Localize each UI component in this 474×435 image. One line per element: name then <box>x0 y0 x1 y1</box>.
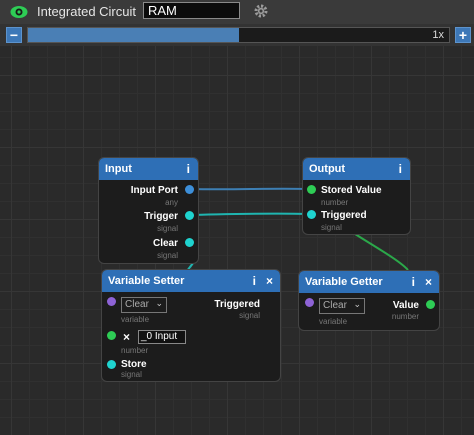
zoom-slider[interactable]: 1x <box>27 27 450 43</box>
variable-select-value: Clear <box>323 300 347 311</box>
node-title: Variable Setter <box>108 275 185 287</box>
port-type: any <box>165 198 178 207</box>
port-label-triggered: Triggered <box>321 210 367 221</box>
close-icon[interactable]: × <box>425 276 432 288</box>
info-icon[interactable]: i <box>412 276 415 288</box>
variable-getter-node[interactable]: Variable Getter i × Clear ⌄ variable Val… <box>298 270 440 331</box>
port-type: number <box>121 346 149 355</box>
title-bar: Integrated Circuit <box>0 0 474 25</box>
variable-setter-header[interactable]: Variable Setter i × <box>102 270 280 292</box>
port-type: signal <box>157 251 178 260</box>
port-label-trigger: Trigger <box>144 211 178 222</box>
clear-x-icon[interactable]: × <box>123 330 130 344</box>
zoom-out-button[interactable]: − <box>6 27 22 43</box>
stored-value-input-socket[interactable] <box>307 185 316 194</box>
value-output-socket[interactable] <box>426 300 435 309</box>
trigger-output-socket[interactable] <box>185 211 194 220</box>
variable-select[interactable]: Clear ⌄ <box>121 297 167 313</box>
variable-getter-header[interactable]: Variable Getter i × <box>299 271 439 293</box>
port-type: number <box>391 312 419 321</box>
port-type: signal <box>121 370 142 379</box>
info-icon[interactable]: i <box>399 163 402 175</box>
port-type: variable <box>319 317 348 326</box>
variable-setter-node[interactable]: Variable Setter i × Clear ⌄ variable Tri… <box>101 269 281 382</box>
port-label-clear: Clear <box>152 238 178 249</box>
node-title: Output <box>309 163 346 175</box>
number-input-field[interactable]: _0 Input <box>138 330 186 344</box>
variable-socket[interactable] <box>305 298 314 307</box>
zoom-level-label: 1x <box>432 29 444 41</box>
circuit-name-input[interactable] <box>143 2 240 19</box>
zoom-in-button[interactable]: + <box>455 27 471 43</box>
variable-socket[interactable] <box>107 297 116 306</box>
info-icon[interactable]: i <box>187 163 190 175</box>
triggered-input-socket[interactable] <box>307 210 316 219</box>
store-input-socket[interactable] <box>107 360 116 369</box>
zoom-slider-fill <box>28 28 239 42</box>
port-label-stored-value: Stored Value <box>321 185 382 196</box>
window-title: Integrated Circuit <box>37 4 136 19</box>
gear-icon[interactable] <box>254 4 268 18</box>
clear-output-socket[interactable] <box>185 238 194 247</box>
chevron-down-icon: ⌄ <box>155 298 163 308</box>
port-label-store: Store <box>121 359 147 370</box>
node-title: Input <box>105 163 132 175</box>
input-node[interactable]: Input i Input Port any Trigger signal Cl… <box>98 157 199 264</box>
port-type: number <box>321 198 349 207</box>
eye-icon[interactable] <box>10 4 28 20</box>
variable-select-value: Clear <box>125 299 149 310</box>
port-type: signal <box>157 224 178 233</box>
output-node-header[interactable]: Output i <box>303 158 410 180</box>
variable-select[interactable]: Clear ⌄ <box>319 298 365 314</box>
port-type: signal <box>321 223 342 232</box>
port-type: variable <box>121 315 150 324</box>
input-node-header[interactable]: Input i <box>99 158 198 180</box>
port-label-triggered: Triggered <box>214 299 260 310</box>
port-label-input-port: Input Port <box>130 185 178 196</box>
zoom-bar: − 1x + <box>0 24 474 46</box>
number-input-socket[interactable] <box>107 331 116 340</box>
port-type: signal <box>239 311 260 320</box>
info-icon[interactable]: i <box>253 275 256 287</box>
close-icon[interactable]: × <box>266 275 273 287</box>
chevron-down-icon: ⌄ <box>353 299 361 309</box>
port-label-value: Value <box>392 300 419 311</box>
node-title: Variable Getter <box>305 276 383 288</box>
input-port-output-socket[interactable] <box>185 185 194 194</box>
output-node[interactable]: Output i Stored Value number Triggered s… <box>302 157 411 235</box>
